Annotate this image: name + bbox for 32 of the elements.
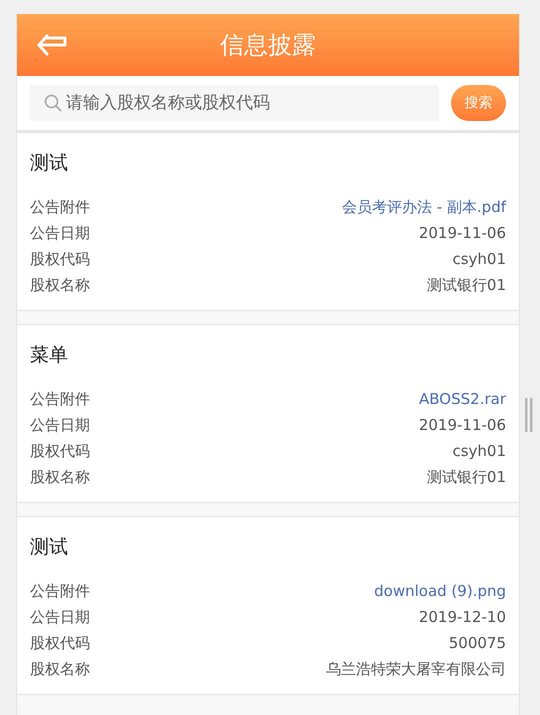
field-label: 股权名称 [30, 276, 90, 294]
field-value: 测试银行01 [426, 468, 506, 486]
attachment-link[interactable]: 会员考评办法 - 副本.pdf [342, 198, 506, 216]
notice-title: 测试 [30, 151, 69, 175]
field-label: 股权名称 [30, 660, 90, 678]
field-label: 公告日期 [30, 224, 90, 242]
field-value: 2019-12-10 [418, 608, 506, 626]
resize-handle-icon[interactable] [525, 398, 533, 432]
field-label: 股权代码 [30, 634, 90, 652]
field-value: 500075 [448, 634, 506, 652]
field-label: 公告日期 [30, 608, 90, 626]
notice-title: 菜单 [30, 343, 69, 367]
field-label: 股权代码 [30, 250, 90, 268]
page-title: 信息披露 [219, 30, 317, 61]
field-label: 公告附件 [30, 390, 90, 408]
search-icon [44, 94, 62, 112]
field-label: 公告日期 [30, 416, 90, 434]
field-value: 乌兰浩特荣大屠宰有限公司 [326, 660, 506, 678]
field-value: csyh01 [452, 250, 506, 268]
field-value: 2019-11-06 [418, 416, 506, 434]
field-label: 股权名称 [30, 468, 90, 486]
field-value: 测试银行01 [426, 276, 506, 294]
field-label: 公告附件 [30, 198, 90, 216]
field-value: csyh01 [452, 442, 506, 460]
back-arrow-icon[interactable] [37, 33, 69, 57]
field-label: 股权代码 [30, 442, 90, 460]
notice-title: 测试 [30, 535, 69, 559]
attachment-link[interactable]: download (9).png [374, 582, 506, 600]
field-value: 2019-11-06 [418, 224, 506, 242]
field-label: 公告附件 [30, 582, 90, 600]
search-field[interactable]: 请输入股权名称或股权代码 [30, 85, 439, 121]
attachment-link[interactable]: ABOSS2.rar [419, 390, 506, 408]
